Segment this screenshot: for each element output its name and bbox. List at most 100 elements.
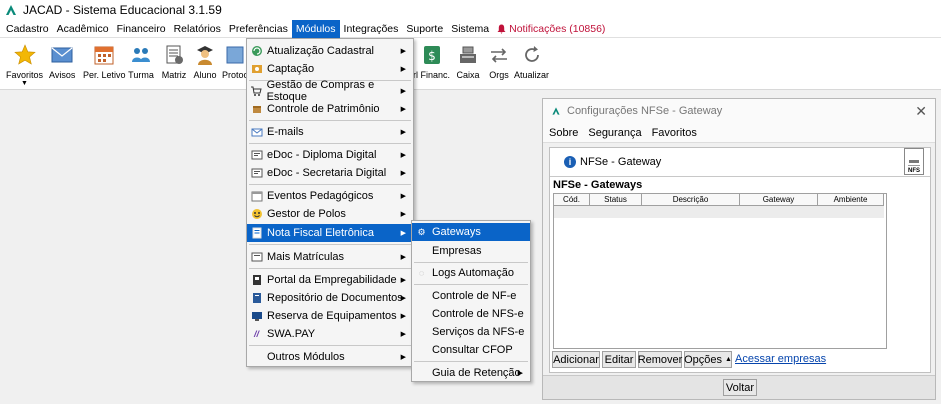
edoc-icon	[250, 149, 263, 162]
calendar-icon	[250, 190, 263, 203]
submenu-item-gateways[interactable]: ⚙ Gateways	[412, 223, 530, 241]
edit-button[interactable]: Editar	[602, 351, 636, 368]
submenu-arrow-icon: ▶	[400, 48, 406, 55]
menu-sistema[interactable]: Sistema	[447, 20, 493, 38]
menu-item-edoc-secretaria-digital[interactable]: eDoc - Secretaria Digital ▶	[247, 164, 413, 182]
menu-item-gestor-polos[interactable]: Gestor de Polos ▶	[247, 205, 413, 223]
svg-text:$: $	[428, 49, 436, 63]
info-icon: i	[564, 156, 576, 168]
acessar-empresas-link[interactable]: Acessar empresas	[735, 353, 826, 365]
window-title: JACAD - Sistema Educacional 3.1.59	[23, 3, 222, 17]
group-title: NFSe - Gateways	[553, 179, 643, 191]
menu-item-captacao[interactable]: Captação ▶	[247, 60, 413, 78]
submenu-item-logs-automacao[interactable]: ◌ Logs Automação	[412, 264, 530, 282]
envelope-icon	[51, 47, 73, 63]
toolbar-protocolo[interactable]: Protoc	[222, 42, 248, 80]
toolbar-aluno[interactable]: Aluno	[192, 42, 218, 80]
menu-item-outros-modulos[interactable]: Outros Módulos ▶	[247, 348, 413, 366]
menu-separator	[249, 143, 411, 144]
options-label: Opções	[684, 353, 722, 366]
options-button[interactable]: Opções ▲	[684, 351, 732, 368]
column-header-descricao[interactable]: Descrição	[642, 194, 740, 206]
submenu-item-guia-retencao[interactable]: Guia de Retenção ▶	[412, 364, 530, 382]
menu-item-eventos-pedagogicos[interactable]: Eventos Pedagógicos ▶	[247, 187, 413, 205]
menu-item-nota-fiscal-eletronica[interactable]: Nota Fiscal Eletrônica ▶	[247, 224, 413, 242]
remove-button[interactable]: Remover	[638, 351, 682, 368]
menu-item-edoc-diploma-digital[interactable]: eDoc - Diploma Digital ▶	[247, 146, 413, 164]
toolbar-matriz[interactable]: Matriz	[161, 42, 187, 80]
dialog-title: Configurações NFSe - Gateway	[567, 105, 723, 117]
submenu-arrow-icon: ▶	[400, 277, 406, 284]
app-logo-icon	[552, 107, 560, 115]
submenu-arrow-icon: ▶	[400, 193, 406, 200]
email-icon	[250, 126, 263, 139]
dialog-bottom-bar: Voltar	[543, 375, 935, 399]
submenu-item-servicos-nfse[interactable]: Serviços da NFS-e	[412, 323, 530, 341]
menu-item-portal-empregabilidade[interactable]: Portal da Empregabilidade ▶	[247, 271, 413, 289]
star-icon	[13, 44, 36, 65]
submenu-item-controle-nfse[interactable]: Controle de NFS-e	[412, 305, 530, 323]
menu-item-gestao-compras-estoque[interactable]: Gestão de Compras e Estoque ▶	[247, 79, 413, 103]
class-group-icon	[132, 48, 150, 62]
submenu-arrow-icon: ▶	[400, 129, 406, 136]
nfse-gateway-dialog: Configurações NFSe - Gateway ✕ Sobre Seg…	[542, 98, 936, 400]
submenu-arrow-icon: ▶	[400, 88, 406, 95]
toolbar-turma[interactable]: Turma	[128, 42, 154, 80]
menu-cadastro[interactable]: Cadastro	[2, 20, 53, 38]
close-icon[interactable]: ✕	[915, 103, 927, 120]
toolbar-orgs[interactable]: Orgs	[486, 42, 512, 80]
menu-financeiro[interactable]: Financeiro	[113, 20, 170, 38]
menu-item-mais-matriculas[interactable]: Mais Matrículas ▶	[247, 248, 413, 266]
menu-item-atualizacao-cadastral[interactable]: Atualização Cadastral ▶	[247, 42, 413, 60]
cart-icon	[250, 85, 263, 98]
toolbar-caixa[interactable]: Caixa	[455, 42, 481, 80]
invoice-icon	[250, 227, 263, 240]
table-row[interactable]	[554, 206, 884, 218]
menu-separator	[249, 268, 411, 269]
menu-preferencias[interactable]: Preferências	[225, 20, 292, 38]
submenu-arrow-icon: ▶	[400, 331, 406, 338]
menu-suporte[interactable]: Suporte	[402, 20, 447, 38]
toolbar-atualizar[interactable]: Atualizar	[514, 42, 549, 80]
dialog-menu-sobre[interactable]: Sobre	[549, 127, 578, 139]
menu-bar: Cadastro Acadêmico Financeiro Relatórios…	[0, 19, 941, 38]
menu-modulos[interactable]: Módulos	[291, 19, 340, 38]
toolbar-per-letivo[interactable]: Per. Letivo	[83, 42, 126, 80]
menu-separator	[414, 262, 528, 263]
column-header-gateway[interactable]: Gateway	[740, 194, 818, 206]
gateways-table[interactable]: Cód. Status Descrição Gateway Ambiente	[553, 193, 887, 349]
nfs-document-icon: NFS	[904, 148, 924, 175]
calendar-icon	[94, 46, 114, 65]
menu-integracoes[interactable]: Integrações	[340, 20, 403, 38]
column-header-ambiente[interactable]: Ambiente	[818, 194, 884, 206]
protocol-icon	[226, 46, 244, 64]
dialog-menu-favoritos[interactable]: Favoritos	[652, 127, 697, 139]
submenu-item-consultar-cfop[interactable]: Consultar CFOP	[412, 341, 530, 359]
matrix-doc-icon	[166, 45, 183, 64]
notifications-menu[interactable]: Notificações (10856)	[493, 20, 609, 38]
menu-relatorios[interactable]: Relatórios	[170, 20, 225, 38]
menu-item-repositorio-documentos[interactable]: Repositório de Documentos ▶	[247, 289, 413, 307]
submenu-arrow-icon: ▶	[400, 170, 406, 177]
menu-separator	[249, 345, 411, 346]
dialog-title-bar: Configurações NFSe - Gateway	[543, 99, 935, 123]
submenu-item-controle-nfe[interactable]: Controle de NF-e	[412, 287, 530, 305]
menu-item-controle-patrimonio[interactable]: Controle de Patrimônio ▶	[247, 100, 413, 118]
dialog-header-label: NFSe - Gateway	[580, 156, 662, 168]
back-button[interactable]: Voltar	[723, 379, 757, 396]
add-button[interactable]: Adicionar	[552, 351, 600, 368]
toolbar-avisos[interactable]: Avisos	[49, 42, 75, 80]
menu-item-emails[interactable]: E-mails ▶	[247, 123, 413, 141]
dialog-menu-seguranca[interactable]: Segurança	[588, 127, 641, 139]
menu-academico[interactable]: Acadêmico	[53, 20, 113, 38]
menu-item-reserva-equipamentos[interactable]: Reserva de Equipamentos ▶	[247, 307, 413, 325]
submenu-item-empresas[interactable]: Empresas	[412, 242, 530, 260]
box-icon	[250, 103, 263, 116]
toolbar-favoritos[interactable]: Favoritos ▼	[6, 42, 43, 87]
menu-item-swapay[interactable]: //SWA.PAY ▶	[247, 325, 413, 343]
toolbar-financeiro[interactable]: $ rl Financ.	[413, 42, 450, 80]
column-header-status[interactable]: Status	[590, 194, 642, 206]
caret-up-icon: ▲	[725, 356, 732, 363]
submenu-arrow-icon: ▶	[400, 254, 406, 261]
column-header-cod[interactable]: Cód.	[554, 194, 590, 206]
